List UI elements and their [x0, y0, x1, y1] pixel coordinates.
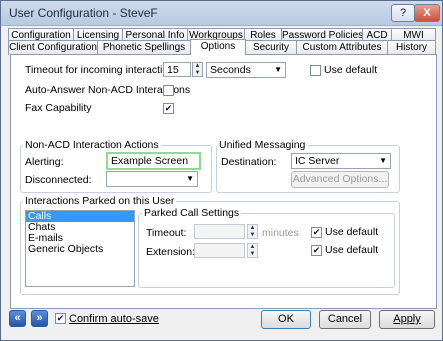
spin-down-icon[interactable]: ▼: [248, 251, 257, 258]
confirm-auto-save-label: Confirm auto-save: [69, 313, 159, 325]
tab-history[interactable]: History: [387, 40, 436, 55]
user-configuration-window: User Configuration - SteveF ? X Configur…: [0, 0, 443, 341]
parked-call-settings-title: Parked Call Settings: [142, 207, 242, 219]
alerting-select[interactable]: Example Screen Pop: [106, 152, 201, 181]
options-panel: Timeout for incoming interactions: 15 ▲ ▼…: [10, 54, 437, 309]
unified-messaging-title: Unified Messaging: [217, 139, 308, 151]
tab-options[interactable]: Options: [190, 39, 246, 55]
tab-phonetic-spellings[interactable]: Phonetic Spellings: [97, 40, 191, 55]
timeout-label: Timeout for incoming interactions:: [25, 64, 183, 76]
timeout-spinner[interactable]: ▲ ▼: [192, 62, 203, 77]
non-acd-title: Non-ACD Interaction Actions: [23, 139, 161, 151]
chevron-down-icon: ▼: [274, 65, 282, 74]
destination-select[interactable]: IC Server ▼: [291, 153, 391, 169]
parked-timeout-spinner[interactable]: ▲ ▼: [247, 224, 258, 239]
parked-type-list[interactable]: Calls Chats E-mails Generic Objects: [25, 210, 135, 287]
spin-down-icon[interactable]: ▼: [248, 232, 257, 239]
parked-interactions-title: Interactions Parked on this User: [23, 195, 177, 207]
parked-timeout-label: Timeout:: [146, 227, 187, 239]
tab-custom-attributes[interactable]: Custom Attributes: [296, 40, 388, 55]
extension-use-default-label: Use default: [325, 244, 379, 256]
parked-timeout-input[interactable]: [194, 224, 245, 239]
parked-timeout-use-default-checkbox[interactable]: [311, 227, 322, 238]
tab-security[interactable]: Security: [245, 40, 297, 55]
close-button[interactable]: X: [414, 4, 440, 22]
fax-capability-label: Fax Capability: [25, 102, 92, 114]
confirm-auto-save-checkbox[interactable]: [55, 313, 66, 324]
window-title: User Configuration - SteveF: [9, 6, 158, 20]
extension-spinner[interactable]: ▲ ▼: [247, 243, 258, 258]
extension-use-default-checkbox[interactable]: [311, 245, 322, 256]
timeout-unit-select[interactable]: Seconds ▼: [206, 62, 286, 78]
alerting-label: Alerting:: [25, 156, 64, 168]
timeout-input[interactable]: 15: [163, 62, 191, 77]
cancel-button[interactable]: Cancel: [319, 310, 371, 329]
chevron-left-icon: «: [14, 312, 21, 324]
minutes-label: minutes: [262, 227, 299, 239]
disconnected-label: Disconnected:: [25, 174, 92, 186]
destination-label: Destination:: [221, 156, 277, 168]
title-bar: User Configuration - SteveF ? X: [1, 1, 442, 26]
extension-label: Extension:: [146, 246, 196, 258]
help-button[interactable]: ?: [391, 4, 415, 22]
fax-capability-checkbox[interactable]: [163, 103, 174, 114]
chevron-down-icon: ▼: [379, 156, 387, 165]
extension-input[interactable]: [194, 243, 245, 258]
forward-button[interactable]: »: [31, 310, 48, 327]
timeout-unit-value: Seconds: [210, 64, 251, 76]
disconnected-select[interactable]: ▼: [106, 171, 198, 187]
back-button[interactable]: «: [9, 310, 26, 327]
parked-timeout-use-default-label: Use default: [325, 226, 379, 238]
tab-client-configuration[interactable]: Client Configuration: [8, 40, 98, 55]
list-item[interactable]: Generic Objects: [26, 244, 134, 255]
ok-button[interactable]: OK: [261, 310, 311, 329]
destination-value: IC Server: [295, 155, 340, 167]
chevron-right-icon: »: [36, 312, 43, 324]
timeout-use-default-checkbox[interactable]: [310, 65, 321, 76]
chevron-down-icon: ▼: [186, 174, 194, 183]
spin-down-icon[interactable]: ▼: [193, 70, 202, 77]
timeout-use-default-label: Use default: [324, 64, 378, 76]
auto-answer-checkbox[interactable]: [163, 85, 174, 96]
advanced-options-button[interactable]: Advanced Options...: [291, 171, 389, 188]
apply-button[interactable]: Apply: [379, 310, 435, 329]
